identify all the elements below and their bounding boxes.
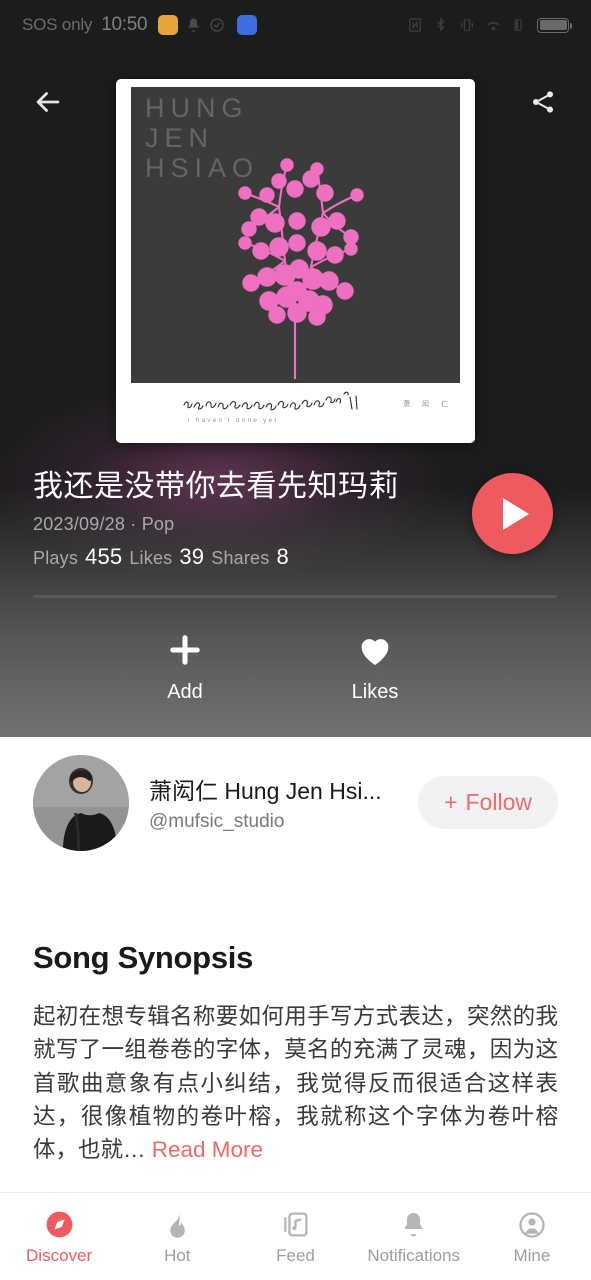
album-footer-credit: 萧 闳 仁 xyxy=(403,401,453,408)
bell-icon xyxy=(185,17,202,34)
clock-label: 10:50 xyxy=(101,14,148,35)
avatar[interactable] xyxy=(33,754,129,851)
bell-icon xyxy=(399,1208,428,1242)
status-bar: SOS only 10:50 xyxy=(0,0,591,50)
app-orange-icon xyxy=(158,15,179,35)
person-circle-icon xyxy=(517,1208,547,1242)
share-icon xyxy=(529,88,557,121)
genre-label: Pop xyxy=(141,513,175,534)
status-bar-right xyxy=(407,17,572,34)
carrier-label: SOS only xyxy=(22,15,93,34)
vibrate-icon xyxy=(459,17,476,34)
status-bar-left: SOS only 10:50 xyxy=(22,14,258,36)
plays-value: 455 xyxy=(85,543,123,569)
pink-tree-illustration xyxy=(237,158,364,379)
follow-plus-icon: + xyxy=(444,789,458,815)
battery-icon xyxy=(537,17,572,33)
nav-label-discover: Discover xyxy=(26,1245,93,1265)
nav-label-mine: Mine xyxy=(513,1245,551,1265)
artist-texts: 萧闳仁 Hung Jen Hsi... @mufsic_studio xyxy=(149,772,418,833)
circle-check-icon xyxy=(209,17,226,34)
heart-icon xyxy=(355,625,395,675)
nav-item-notifications[interactable]: Notifications xyxy=(355,1208,473,1266)
track-info: 我还是没带你去看先知玛莉 2023/09/28 · Pop Plays 455 … xyxy=(33,470,399,570)
wifi-icon xyxy=(485,17,502,34)
song-title: 我还是没带你去看先知玛莉 xyxy=(33,470,399,503)
progress-bar[interactable] xyxy=(33,595,557,598)
plays-label: Plays xyxy=(33,547,79,568)
play-button[interactable] xyxy=(472,473,553,554)
nav-label-feed: Feed xyxy=(276,1245,315,1265)
bluetooth-icon xyxy=(433,17,450,34)
likes-label: Likes xyxy=(129,547,173,568)
add-button[interactable]: Add xyxy=(90,625,280,704)
follow-button-label: Follow xyxy=(465,789,532,815)
back-arrow-icon xyxy=(31,85,65,124)
flame-icon xyxy=(163,1208,192,1242)
app-blue-icon xyxy=(237,15,258,35)
nav-label-notifications: Notifications xyxy=(367,1245,461,1265)
artist-name: 萧闳仁 Hung Jen Hsi... xyxy=(149,778,382,804)
play-icon xyxy=(502,497,529,530)
handwritten-subtitle: i haven't done yet xyxy=(188,417,279,424)
shares-value: 8 xyxy=(276,543,289,569)
follow-button[interactable]: + Follow xyxy=(418,776,558,829)
album-card-footer: i haven't done yet 萧 闳 仁 xyxy=(116,383,475,443)
nav-item-feed[interactable]: Feed xyxy=(236,1208,354,1266)
artist-row[interactable]: 萧闳仁 Hung Jen Hsi... @mufsic_studio + Foll… xyxy=(0,745,591,860)
synopsis-text: 起初在想专辑名称要如何用手写方式表达，突然的我就写了一组卷卷的字体，莫名的充满了… xyxy=(33,1004,558,1163)
compass-icon xyxy=(44,1208,75,1242)
nav-item-discover[interactable]: Discover xyxy=(0,1208,118,1266)
synopsis-body: 起初在想专辑名称要如何用手写方式表达，突然的我就写了一组卷卷的字体，莫名的充满了… xyxy=(33,1000,558,1166)
plus-icon xyxy=(164,625,206,675)
likes-value: 39 xyxy=(179,543,205,569)
likes-button-label: Likes xyxy=(351,681,399,703)
read-more-link[interactable]: Read More xyxy=(152,1137,263,1162)
bottom-nav: Discover Hot Feed Notifications Mine xyxy=(0,1192,591,1280)
meta-separator: · xyxy=(130,513,137,534)
nfc-icon xyxy=(407,17,424,34)
nav-item-hot[interactable]: Hot xyxy=(118,1208,236,1266)
music-card-icon xyxy=(281,1208,310,1242)
song-stats: Plays 455 Likes 39 Shares 8 xyxy=(33,544,399,570)
back-button[interactable] xyxy=(22,78,74,130)
likes-button[interactable]: Likes xyxy=(280,625,470,704)
shares-label: Shares xyxy=(211,547,270,568)
release-date: 2023/09/28 xyxy=(33,513,126,534)
top-nav xyxy=(0,78,591,134)
share-button[interactable] xyxy=(517,78,569,130)
signal-icon xyxy=(511,17,528,34)
artist-handle: @mufsic_studio xyxy=(149,811,285,832)
synopsis-heading: Song Synopsis xyxy=(33,940,254,975)
synopsis-section: Song Synopsis 起初在想专辑名称要如何用手写方式表达，突然的我就写了… xyxy=(33,940,558,1166)
nav-item-mine[interactable]: Mine xyxy=(473,1208,591,1266)
action-row: Add Likes xyxy=(0,625,591,704)
nav-label-hot: Hot xyxy=(164,1245,191,1265)
handwritten-title xyxy=(183,391,358,411)
song-meta: 2023/09/28 · Pop xyxy=(33,514,399,535)
add-button-label: Add xyxy=(167,681,203,703)
